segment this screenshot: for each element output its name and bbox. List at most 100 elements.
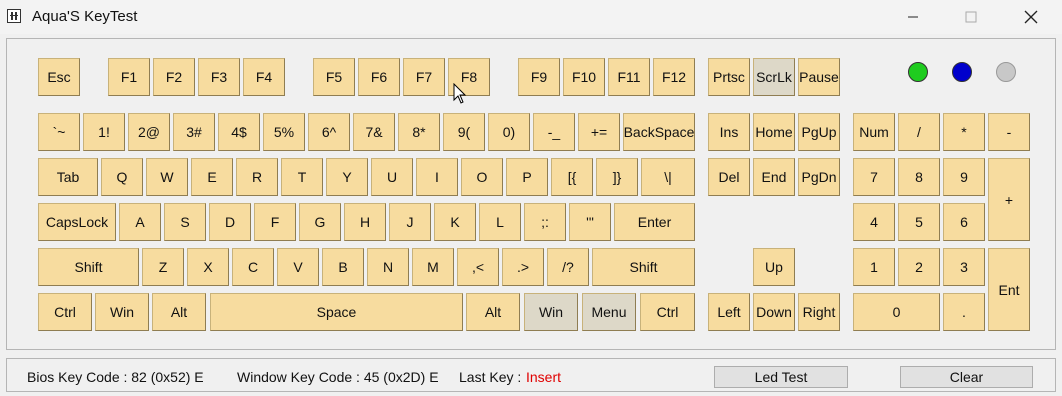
key-num-4[interactable]: 4 (853, 203, 895, 241)
key-comma[interactable]: ,< (457, 248, 499, 286)
key-8[interactable]: 8* (398, 113, 440, 151)
key-backtick[interactable]: `~ (38, 113, 80, 151)
key-f12[interactable]: F12 (653, 58, 695, 96)
key-p[interactable]: P (506, 158, 548, 196)
key-tab[interactable]: Tab (38, 158, 98, 196)
key-num-6[interactable]: 6 (943, 203, 985, 241)
key-0[interactable]: 0) (488, 113, 530, 151)
key-numlock[interactable]: Num (853, 113, 895, 151)
key-5[interactable]: 5% (263, 113, 305, 151)
key-f1[interactable]: F1 (108, 58, 150, 96)
key-equals[interactable]: += (578, 113, 620, 151)
key-num-minus[interactable]: - (988, 113, 1030, 151)
key-end[interactable]: End (753, 158, 795, 196)
key-l[interactable]: L (479, 203, 521, 241)
maximize-button[interactable] (948, 0, 994, 34)
key-home[interactable]: Home (753, 113, 795, 151)
key-7[interactable]: 7& (353, 113, 395, 151)
key-v[interactable]: V (277, 248, 319, 286)
key-pgup[interactable]: PgUp (798, 113, 840, 151)
key-num-divide[interactable]: / (898, 113, 940, 151)
key-menu[interactable]: Menu (582, 293, 636, 331)
key-h[interactable]: H (344, 203, 386, 241)
key-o[interactable]: O (461, 158, 503, 196)
key-num-multiply[interactable]: * (943, 113, 985, 151)
key-3[interactable]: 3# (173, 113, 215, 151)
key-b[interactable]: B (322, 248, 364, 286)
key-right[interactable]: Right (798, 293, 840, 331)
key-q[interactable]: Q (101, 158, 143, 196)
key-f6[interactable]: F6 (358, 58, 400, 96)
key-num-9[interactable]: 9 (943, 158, 985, 196)
key-a[interactable]: A (119, 203, 161, 241)
key-j[interactable]: J (389, 203, 431, 241)
clear-button[interactable]: Clear (900, 366, 1033, 388)
key-period[interactable]: .> (502, 248, 544, 286)
key-y[interactable]: Y (326, 158, 368, 196)
key-capslock[interactable]: CapsLock (38, 203, 116, 241)
key-slash[interactable]: /? (547, 248, 589, 286)
key-left-bracket[interactable]: [{ (551, 158, 593, 196)
key-num-0[interactable]: 0 (853, 293, 940, 331)
key-r[interactable]: R (236, 158, 278, 196)
key-t[interactable]: T (281, 158, 323, 196)
key-9[interactable]: 9( (443, 113, 485, 151)
key-esc[interactable]: Esc (38, 58, 80, 96)
key-right-alt[interactable]: Alt (466, 293, 520, 331)
key-minus[interactable]: -_ (533, 113, 575, 151)
key-quote[interactable]: '" (569, 203, 611, 241)
key-num-1[interactable]: 1 (853, 248, 895, 286)
key-f4[interactable]: F4 (243, 58, 285, 96)
key-z[interactable]: Z (142, 248, 184, 286)
key-left-alt[interactable]: Alt (152, 293, 206, 331)
key-u[interactable]: U (371, 158, 413, 196)
key-f2[interactable]: F2 (153, 58, 195, 96)
key-left-shift[interactable]: Shift (38, 248, 139, 286)
key-backspace[interactable]: BackSpace (623, 113, 695, 151)
key-up[interactable]: Up (753, 248, 795, 286)
key-pgdn[interactable]: PgDn (798, 158, 840, 196)
key-f10[interactable]: F10 (563, 58, 605, 96)
key-semicolon[interactable]: ;: (524, 203, 566, 241)
minimize-button[interactable] (890, 0, 936, 34)
key-num-enter[interactable]: Ent (988, 248, 1030, 331)
key-left-ctrl[interactable]: Ctrl (38, 293, 92, 331)
key-pause[interactable]: Pause (798, 58, 840, 96)
key-left-win[interactable]: Win (95, 293, 149, 331)
key-down[interactable]: Down (753, 293, 795, 331)
key-right-ctrl[interactable]: Ctrl (640, 293, 695, 331)
key-num-3[interactable]: 3 (943, 248, 985, 286)
key-space[interactable]: Space (210, 293, 463, 331)
key-num-2[interactable]: 2 (898, 248, 940, 286)
key-2[interactable]: 2@ (128, 113, 170, 151)
key-right-shift[interactable]: Shift (592, 248, 695, 286)
close-button[interactable] (1008, 0, 1054, 34)
key-x[interactable]: X (187, 248, 229, 286)
key-f11[interactable]: F11 (608, 58, 650, 96)
key-4[interactable]: 4$ (218, 113, 260, 151)
key-prtsc[interactable]: Prtsc (708, 58, 750, 96)
key-6[interactable]: 6^ (308, 113, 350, 151)
key-num-5[interactable]: 5 (898, 203, 940, 241)
key-d[interactable]: D (209, 203, 251, 241)
key-s[interactable]: S (164, 203, 206, 241)
key-right-win[interactable]: Win (524, 293, 578, 331)
key-c[interactable]: C (232, 248, 274, 286)
key-scrlk[interactable]: ScrLk (753, 58, 795, 96)
key-e[interactable]: E (191, 158, 233, 196)
key-n[interactable]: N (367, 248, 409, 286)
key-f7[interactable]: F7 (403, 58, 445, 96)
key-num-7[interactable]: 7 (853, 158, 895, 196)
key-left[interactable]: Left (708, 293, 750, 331)
key-num-plus[interactable]: + (988, 158, 1030, 241)
key-f9[interactable]: F9 (518, 58, 560, 96)
key-1[interactable]: 1! (83, 113, 125, 151)
key-enter[interactable]: Enter (614, 203, 695, 241)
key-k[interactable]: K (434, 203, 476, 241)
key-f3[interactable]: F3 (198, 58, 240, 96)
key-i[interactable]: I (416, 158, 458, 196)
key-del[interactable]: Del (708, 158, 750, 196)
key-num-8[interactable]: 8 (898, 158, 940, 196)
key-m[interactable]: M (412, 248, 454, 286)
key-f5[interactable]: F5 (313, 58, 355, 96)
